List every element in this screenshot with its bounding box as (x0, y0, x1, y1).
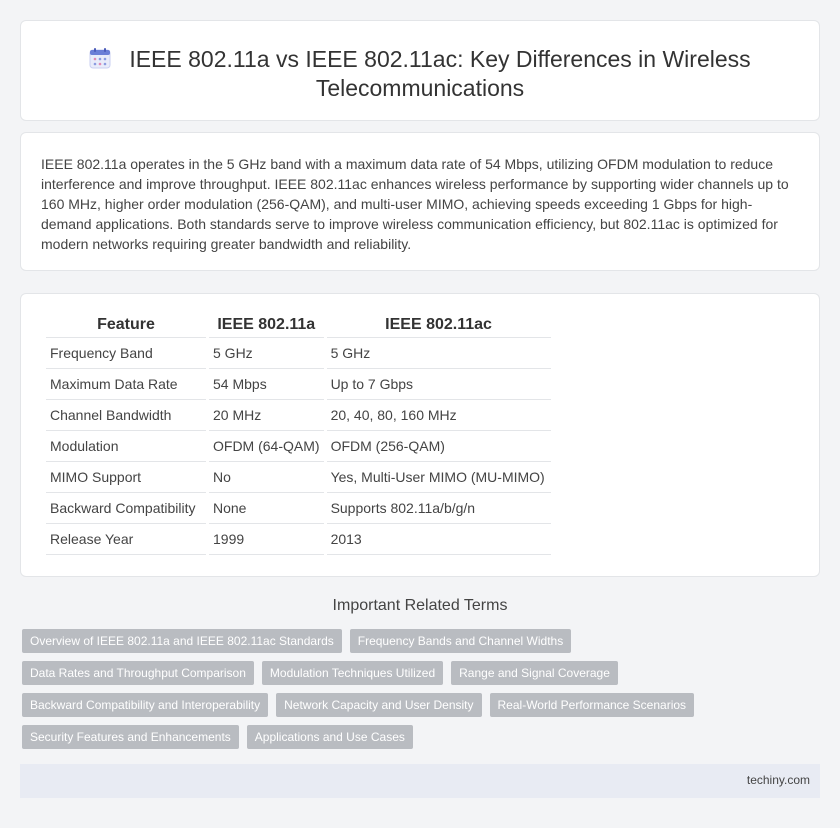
row-80211ac-value: Yes, Multi-User MIMO (MU-MIMO) (326, 462, 551, 493)
row-80211ac-value: 5 GHz (326, 338, 551, 369)
table-row: Frequency Band 5 GHz 5 GHz (46, 338, 551, 369)
header-feature: Feature (46, 313, 206, 338)
row-feature: MIMO Support (46, 462, 206, 493)
row-feature: Channel Bandwidth (46, 400, 206, 431)
row-80211a-value: 54 Mbps (209, 369, 324, 400)
tag-security-features[interactable]: Security Features and Enhancements (22, 725, 239, 749)
table-row: MIMO Support No Yes, Multi-User MIMO (MU… (46, 462, 551, 493)
table-row: Channel Bandwidth 20 MHz 20, 40, 80, 160… (46, 400, 551, 431)
tag-network-capacity[interactable]: Network Capacity and User Density (276, 693, 482, 717)
intro-card: IEEE 802.11a operates in the 5 GHz band … (20, 132, 820, 271)
row-80211ac-value: Supports 802.11a/b/g/n (326, 493, 551, 524)
title-card: IEEE 802.11a vs IEEE 802.11ac: Key Diffe… (20, 20, 820, 121)
comparison-table: Feature IEEE 802.11a IEEE 802.11ac Frequ… (43, 313, 554, 555)
table-header-row: Feature IEEE 802.11a IEEE 802.11ac (46, 313, 551, 338)
footer-site-link[interactable]: techiny.com (747, 773, 810, 787)
tag-range-coverage[interactable]: Range and Signal Coverage (451, 661, 618, 685)
row-feature: Backward Compatibility (46, 493, 206, 524)
row-feature: Maximum Data Rate (46, 369, 206, 400)
table-row: Modulation OFDM (64-QAM) OFDM (256-QAM) (46, 431, 551, 462)
related-terms-heading: Important Related Terms (332, 597, 508, 614)
tag-frequency-bands[interactable]: Frequency Bands and Channel Widths (349, 629, 572, 653)
tag-modulation[interactable]: Modulation Techniques Utilized (261, 661, 444, 685)
comparison-card: Feature IEEE 802.11a IEEE 802.11ac Frequ… (20, 293, 820, 577)
row-80211ac-value: 2013 (326, 524, 551, 555)
table-row: Backward Compatibility None Supports 802… (46, 493, 551, 524)
row-80211ac-value: Up to 7 Gbps (326, 369, 551, 400)
row-80211a-value: 5 GHz (209, 338, 324, 369)
table-row: Release Year 1999 2013 (46, 524, 551, 555)
row-80211a-value: None (209, 493, 324, 524)
row-80211a-value: 20 MHz (209, 400, 324, 431)
header-80211a: IEEE 802.11a (209, 313, 324, 338)
row-feature: Release Year (46, 524, 206, 555)
row-80211ac-value: OFDM (256-QAM) (326, 431, 551, 462)
related-terms-list: Overview of IEEE 802.11a and IEEE 802.11… (22, 629, 802, 749)
tag-real-world-performance[interactable]: Real-World Performance Scenarios (489, 693, 695, 717)
row-80211a-value: 1999 (209, 524, 324, 555)
footer-bar: techiny.com (20, 764, 820, 798)
row-80211a-value: No (209, 462, 324, 493)
tag-backward-compatibility[interactable]: Backward Compatibility and Interoperabil… (22, 693, 269, 717)
row-feature: Frequency Band (46, 338, 206, 369)
row-80211a-value: OFDM (64-QAM) (209, 431, 324, 462)
intro-paragraph: IEEE 802.11a operates in the 5 GHz band … (41, 156, 789, 252)
table-row: Maximum Data Rate 54 Mbps Up to 7 Gbps (46, 369, 551, 400)
title-block: IEEE 802.11a vs IEEE 802.11ac: Key Diffe… (21, 45, 819, 103)
tag-applications[interactable]: Applications and Use Cases (246, 725, 413, 749)
calendar-icon (89, 48, 111, 69)
row-feature: Modulation (46, 431, 206, 462)
tag-data-rates[interactable]: Data Rates and Throughput Comparison (22, 661, 254, 685)
header-80211ac: IEEE 802.11ac (326, 313, 551, 338)
page-title: IEEE 802.11a vs IEEE 802.11ac: Key Diffe… (129, 46, 751, 101)
row-80211ac-value: 20, 40, 80, 160 MHz (326, 400, 551, 431)
tag-overview[interactable]: Overview of IEEE 802.11a and IEEE 802.11… (22, 629, 342, 653)
